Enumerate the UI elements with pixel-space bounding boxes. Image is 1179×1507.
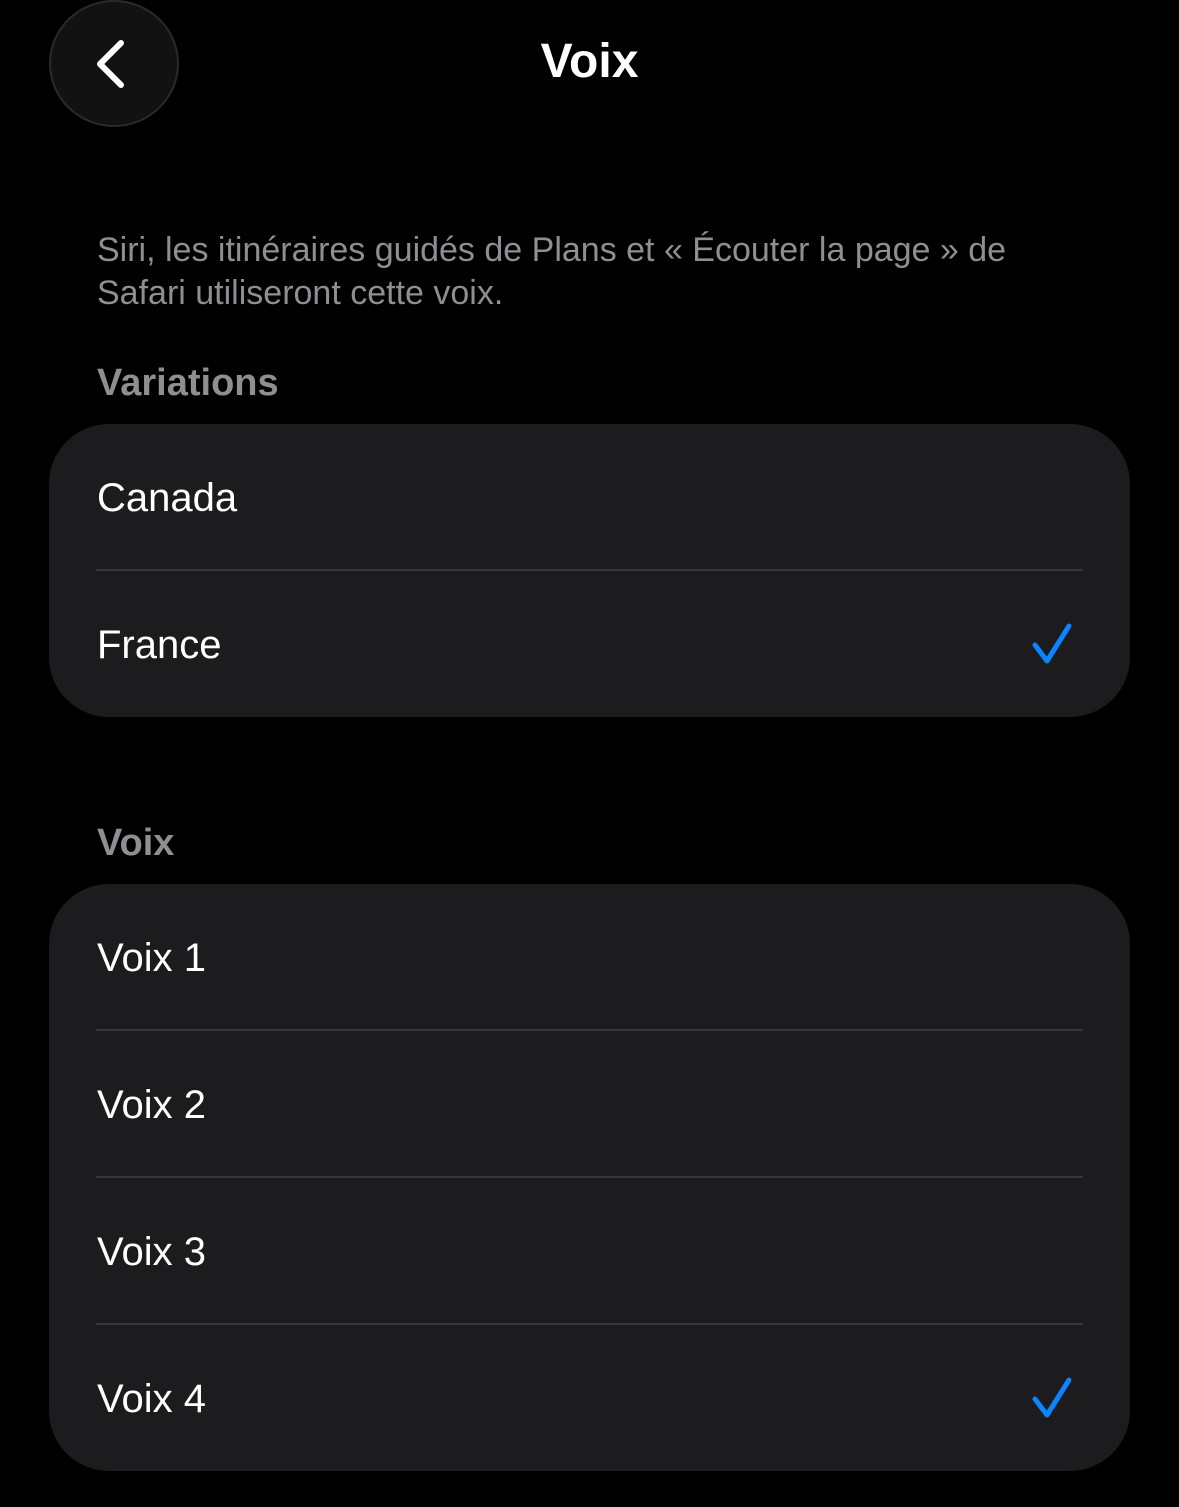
checkmark-icon — [1032, 1377, 1072, 1417]
row-label: Canada — [97, 475, 238, 520]
page-title: Voix — [540, 35, 639, 88]
row-label: Voix 4 — [97, 1376, 206, 1421]
voice-row-3[interactable]: Voix 3 — [49, 1178, 1130, 1325]
voice-row-4[interactable]: Voix 4 — [49, 1325, 1130, 1471]
variation-row-canada[interactable]: Canada — [49, 424, 1130, 571]
row-label: Voix 3 — [97, 1229, 206, 1274]
section-header-voices: Voix — [97, 822, 175, 864]
variations-group: Canada France — [49, 424, 1130, 717]
checkmark-icon — [1032, 623, 1072, 663]
description-text: Siri, les itinéraires guidés de Plans et… — [97, 231, 1007, 312]
row-label: Voix 2 — [97, 1082, 206, 1127]
row-label: Voix 1 — [97, 935, 206, 980]
voices-group: Voix 1 Voix 2 Voix 3 Voix 4 — [49, 884, 1130, 1471]
voice-row-1[interactable]: Voix 1 — [49, 884, 1130, 1031]
row-label: France — [97, 622, 222, 667]
section-header-variations: Variations — [97, 362, 279, 404]
variation-row-france[interactable]: France — [49, 571, 1130, 717]
voice-row-2[interactable]: Voix 2 — [49, 1031, 1130, 1178]
